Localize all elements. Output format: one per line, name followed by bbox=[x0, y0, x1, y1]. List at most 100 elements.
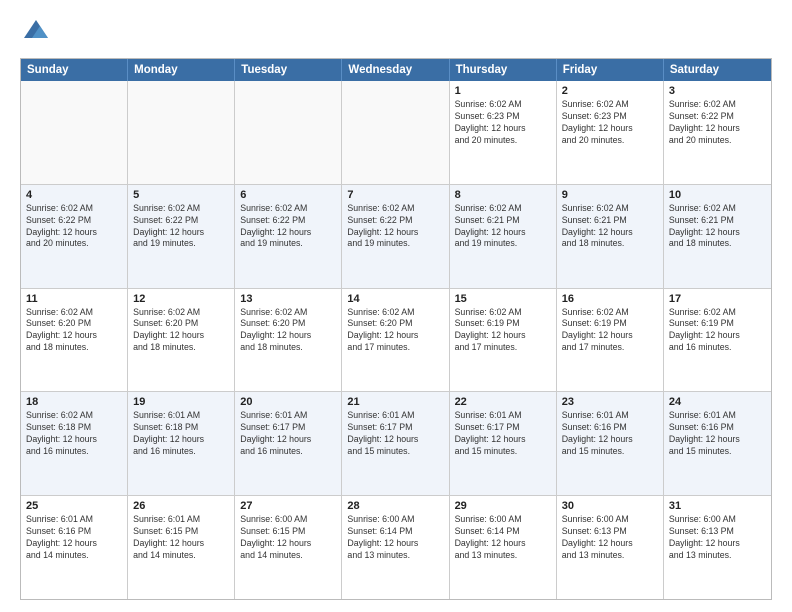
calendar-cell: 21 Sunrise: 6:01 AM Sunset: 6:17 PM Dayli… bbox=[342, 392, 449, 495]
calendar-row: 11 Sunrise: 6:02 AM Sunset: 6:20 PM Dayli… bbox=[21, 289, 771, 393]
calendar-cell: 10 Sunrise: 6:02 AM Sunset: 6:21 PM Dayli… bbox=[664, 185, 771, 288]
calendar-cell: 1 Sunrise: 6:02 AM Sunset: 6:23 PM Daylig… bbox=[450, 81, 557, 184]
weekday-header: Sunday bbox=[21, 59, 128, 81]
day-number: 4 bbox=[26, 189, 122, 201]
calendar-cell: 31Sunrise: 6:00 AM Sunset: 6:13 PM Dayli… bbox=[664, 496, 771, 599]
calendar-cell: 28 Sunrise: 6:00 AM Sunset: 6:14 PM Dayli… bbox=[342, 496, 449, 599]
day-number: 27 bbox=[240, 500, 336, 512]
cell-info: Sunrise: 6:02 AM Sunset: 6:21 PM Dayligh… bbox=[455, 203, 551, 251]
calendar-cell: 4 Sunrise: 6:02 AM Sunset: 6:22 PM Daylig… bbox=[21, 185, 128, 288]
calendar-cell: 22Sunrise: 6:01 AM Sunset: 6:17 PM Dayli… bbox=[450, 392, 557, 495]
calendar-cell bbox=[128, 81, 235, 184]
weekday-header: Tuesday bbox=[235, 59, 342, 81]
day-number: 29 bbox=[455, 500, 551, 512]
day-number: 20 bbox=[240, 396, 336, 408]
calendar-header: SundayMondayTuesdayWednesdayThursdayFrid… bbox=[21, 59, 771, 81]
page: SundayMondayTuesdayWednesdayThursdayFrid… bbox=[0, 0, 792, 612]
day-number: 19 bbox=[133, 396, 229, 408]
weekday-header: Wednesday bbox=[342, 59, 449, 81]
calendar-row: 4 Sunrise: 6:02 AM Sunset: 6:22 PM Daylig… bbox=[21, 185, 771, 289]
cell-info: Sunrise: 6:02 AM Sunset: 6:18 PM Dayligh… bbox=[26, 410, 122, 458]
calendar-cell: 16 Sunrise: 6:02 AM Sunset: 6:19 PM Dayli… bbox=[557, 289, 664, 392]
day-number: 9 bbox=[562, 189, 658, 201]
calendar-cell: 18 Sunrise: 6:02 AM Sunset: 6:18 PM Dayli… bbox=[21, 392, 128, 495]
calendar-cell bbox=[342, 81, 449, 184]
day-number: 11 bbox=[26, 293, 122, 305]
cell-info: Sunrise: 6:02 AM Sunset: 6:19 PM Dayligh… bbox=[562, 307, 658, 355]
weekday-header: Friday bbox=[557, 59, 664, 81]
calendar-cell: 9 Sunrise: 6:02 AM Sunset: 6:21 PM Daylig… bbox=[557, 185, 664, 288]
calendar-cell: 26 Sunrise: 6:01 AM Sunset: 6:15 PM Dayli… bbox=[128, 496, 235, 599]
cell-info: Sunrise: 6:02 AM Sunset: 6:19 PM Dayligh… bbox=[669, 307, 766, 355]
calendar-cell: 11 Sunrise: 6:02 AM Sunset: 6:20 PM Dayli… bbox=[21, 289, 128, 392]
day-number: 2 bbox=[562, 85, 658, 97]
cell-info: Sunrise: 6:01 AM Sunset: 6:17 PM Dayligh… bbox=[347, 410, 443, 458]
calendar-cell: 6Sunrise: 6:02 AM Sunset: 6:22 PM Daylig… bbox=[235, 185, 342, 288]
day-number: 1 bbox=[455, 85, 551, 97]
cell-info: Sunrise: 6:01 AM Sunset: 6:16 PM Dayligh… bbox=[562, 410, 658, 458]
day-number: 10 bbox=[669, 189, 766, 201]
day-number: 17 bbox=[669, 293, 766, 305]
cell-info: Sunrise: 6:02 AM Sunset: 6:19 PM Dayligh… bbox=[455, 307, 551, 355]
day-number: 28 bbox=[347, 500, 443, 512]
day-number: 7 bbox=[347, 189, 443, 201]
calendar: SundayMondayTuesdayWednesdayThursdayFrid… bbox=[21, 59, 771, 599]
cell-info: Sunrise: 6:02 AM Sunset: 6:22 PM Dayligh… bbox=[133, 203, 229, 251]
calendar-cell: 29 Sunrise: 6:00 AM Sunset: 6:14 PM Dayli… bbox=[450, 496, 557, 599]
cell-info: Sunrise: 6:02 AM Sunset: 6:20 PM Dayligh… bbox=[240, 307, 336, 355]
calendar-cell: 17 Sunrise: 6:02 AM Sunset: 6:19 PM Dayli… bbox=[664, 289, 771, 392]
cell-info: Sunrise: 6:01 AM Sunset: 6:16 PM Dayligh… bbox=[669, 410, 766, 458]
calendar-cell: 12Sunrise: 6:02 AM Sunset: 6:20 PM Dayli… bbox=[128, 289, 235, 392]
day-number: 12 bbox=[133, 293, 229, 305]
cell-info: Sunrise: 6:02 AM Sunset: 6:20 PM Dayligh… bbox=[347, 307, 443, 355]
calendar-cell: 13 Sunrise: 6:02 AM Sunset: 6:20 PM Dayli… bbox=[235, 289, 342, 392]
calendar-cell: 20 Sunrise: 6:01 AM Sunset: 6:17 PM Dayli… bbox=[235, 392, 342, 495]
day-number: 6 bbox=[240, 189, 336, 201]
calendar-row: 1 Sunrise: 6:02 AM Sunset: 6:23 PM Daylig… bbox=[21, 81, 771, 185]
day-number: 21 bbox=[347, 396, 443, 408]
calendar-cell: 30 Sunrise: 6:00 AM Sunset: 6:13 PM Dayli… bbox=[557, 496, 664, 599]
day-number: 26 bbox=[133, 500, 229, 512]
cell-info: Sunrise: 6:02 AM Sunset: 6:21 PM Dayligh… bbox=[562, 203, 658, 251]
day-number: 14 bbox=[347, 293, 443, 305]
cell-info: Sunrise: 6:02 AM Sunset: 6:22 PM Dayligh… bbox=[347, 203, 443, 251]
header bbox=[20, 16, 772, 48]
weekday-header: Monday bbox=[128, 59, 235, 81]
cell-info: Sunrise: 6:00 AM Sunset: 6:14 PM Dayligh… bbox=[455, 514, 551, 562]
cell-info: Sunrise: 6:02 AM Sunset: 6:21 PM Dayligh… bbox=[669, 203, 766, 251]
logo bbox=[20, 16, 56, 48]
calendar-cell: 5 Sunrise: 6:02 AM Sunset: 6:22 PM Daylig… bbox=[128, 185, 235, 288]
day-number: 23 bbox=[562, 396, 658, 408]
calendar-container: SundayMondayTuesdayWednesdayThursdayFrid… bbox=[20, 58, 772, 600]
calendar-cell: 19 Sunrise: 6:01 AM Sunset: 6:18 PM Dayli… bbox=[128, 392, 235, 495]
calendar-cell: 23 Sunrise: 6:01 AM Sunset: 6:16 PM Dayli… bbox=[557, 392, 664, 495]
cell-info: Sunrise: 6:02 AM Sunset: 6:22 PM Dayligh… bbox=[669, 99, 766, 147]
cell-info: Sunrise: 6:00 AM Sunset: 6:13 PM Dayligh… bbox=[562, 514, 658, 562]
calendar-cell: 3 Sunrise: 6:02 AM Sunset: 6:22 PM Daylig… bbox=[664, 81, 771, 184]
day-number: 30 bbox=[562, 500, 658, 512]
day-number: 3 bbox=[669, 85, 766, 97]
cell-info: Sunrise: 6:00 AM Sunset: 6:13 PM Dayligh… bbox=[669, 514, 766, 562]
cell-info: Sunrise: 6:02 AM Sunset: 6:22 PM Dayligh… bbox=[26, 203, 122, 251]
day-number: 13 bbox=[240, 293, 336, 305]
calendar-cell bbox=[21, 81, 128, 184]
cell-info: Sunrise: 6:02 AM Sunset: 6:20 PM Dayligh… bbox=[26, 307, 122, 355]
day-number: 18 bbox=[26, 396, 122, 408]
calendar-row: 25Sunrise: 6:01 AM Sunset: 6:16 PM Dayli… bbox=[21, 496, 771, 599]
cell-info: Sunrise: 6:01 AM Sunset: 6:15 PM Dayligh… bbox=[133, 514, 229, 562]
cell-info: Sunrise: 6:02 AM Sunset: 6:23 PM Dayligh… bbox=[562, 99, 658, 147]
cell-info: Sunrise: 6:01 AM Sunset: 6:18 PM Dayligh… bbox=[133, 410, 229, 458]
weekday-header: Thursday bbox=[450, 59, 557, 81]
calendar-cell: 27 Sunrise: 6:00 AM Sunset: 6:15 PM Dayli… bbox=[235, 496, 342, 599]
weekday-header: Saturday bbox=[664, 59, 771, 81]
calendar-row: 18 Sunrise: 6:02 AM Sunset: 6:18 PM Dayli… bbox=[21, 392, 771, 496]
cell-info: Sunrise: 6:00 AM Sunset: 6:15 PM Dayligh… bbox=[240, 514, 336, 562]
cell-info: Sunrise: 6:01 AM Sunset: 6:17 PM Dayligh… bbox=[240, 410, 336, 458]
calendar-cell: 2 Sunrise: 6:02 AM Sunset: 6:23 PM Daylig… bbox=[557, 81, 664, 184]
cell-info: Sunrise: 6:02 AM Sunset: 6:23 PM Dayligh… bbox=[455, 99, 551, 147]
day-number: 16 bbox=[562, 293, 658, 305]
day-number: 24 bbox=[669, 396, 766, 408]
cell-info: Sunrise: 6:00 AM Sunset: 6:14 PM Dayligh… bbox=[347, 514, 443, 562]
day-number: 5 bbox=[133, 189, 229, 201]
calendar-cell bbox=[235, 81, 342, 184]
